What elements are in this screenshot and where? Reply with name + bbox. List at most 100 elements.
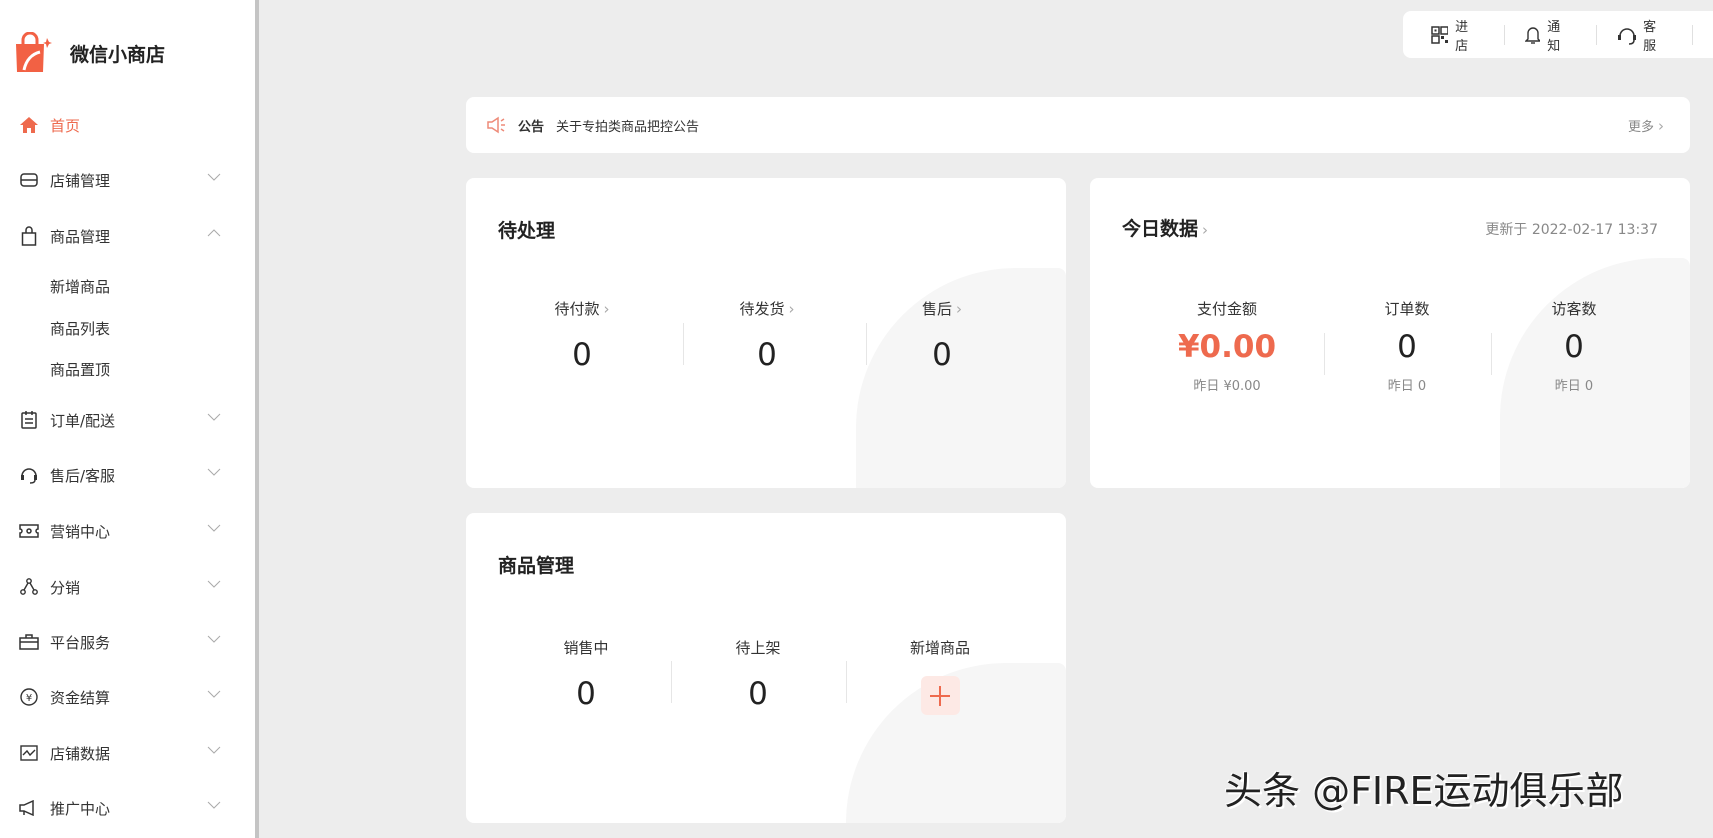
customer-service-button[interactable]: 客服 <box>1617 20 1693 54</box>
sidebar-item-orders[interactable]: 订单/配送 <box>0 400 255 440</box>
stat-label: 待上架 <box>735 639 781 657</box>
watermark: 头条 @FIRE运动俱乐部 <box>1224 769 1624 813</box>
chevron-right-icon: › <box>956 300 963 318</box>
sidebar-item-store[interactable]: 店铺管理 <box>0 160 255 200</box>
home-icon <box>18 114 40 136</box>
sidebar-item-distribution[interactable]: 分销 <box>0 567 255 607</box>
card-title: 待处理 <box>498 220 556 242</box>
stat-label: 销售中 <box>563 639 609 657</box>
notifications-label: 通知 <box>1547 19 1561 54</box>
chevron-down-icon <box>207 173 221 181</box>
stat-value: 0 <box>932 337 952 373</box>
stat-yesterday: 昨日 0 <box>1554 379 1594 394</box>
chevron-down-icon <box>207 524 221 532</box>
stat-value: 0 <box>1397 329 1417 365</box>
notifications-button[interactable]: 通知 <box>1525 20 1598 54</box>
sidebar-item-label: 店铺数据 <box>50 744 111 763</box>
announcement-tag: 公告 <box>518 119 545 135</box>
enter-store-label: 进店 <box>1455 19 1469 54</box>
stat-label: 新增商品 <box>909 639 971 657</box>
sidebar-item-label: 商品管理 <box>50 227 111 246</box>
pending-card: 待处理 待付款 › 0 待发货 › 0 售后 › 0 <box>466 178 1066 488</box>
sidebar-item-home[interactable]: 首页 <box>0 105 255 145</box>
divider <box>846 661 847 703</box>
more-link[interactable]: 更多 › <box>1628 116 1664 135</box>
sidebar-item-promotion[interactable]: 推广中心 <box>0 788 255 828</box>
chevron-down-icon <box>207 746 221 754</box>
stat-label: 访客数 <box>1551 300 1597 318</box>
chevron-right-icon: › <box>788 300 795 318</box>
chevron-right-icon: › <box>603 300 610 318</box>
sidebar-subitem-add-product[interactable]: 新增商品 <box>50 276 110 297</box>
sidebar-item-label: 分销 <box>50 578 81 597</box>
ticket-icon <box>18 520 40 542</box>
stat-visitors: 访客数 0 昨日 0 <box>1551 298 1596 394</box>
sidebar-item-platform-services[interactable]: 平台服务 <box>0 622 255 662</box>
share-icon <box>18 576 40 598</box>
app-name: 微信小商店 <box>70 43 166 66</box>
bag-icon <box>18 225 40 247</box>
sidebar-subitem-product-list[interactable]: 商品列表 <box>50 318 110 339</box>
announcement-link[interactable]: 关于专拍类商品把控公告 <box>556 116 699 135</box>
sidebar-item-label: 售后/客服 <box>50 466 116 485</box>
pending-item-unpaid[interactable]: 待付款 › 0 <box>554 298 609 373</box>
add-product: 新增商品 <box>910 637 970 715</box>
stat-value: ¥0.00 <box>1177 329 1277 365</box>
sidebar-item-label: 营销中心 <box>50 522 111 541</box>
stat-yesterday: 昨日 ¥0.00 <box>1193 379 1261 394</box>
clipboard-icon <box>18 409 40 431</box>
megaphone-icon <box>18 797 40 819</box>
sidebar-subitem-product-pin[interactable]: 商品置顶 <box>50 359 110 380</box>
divider <box>683 323 684 365</box>
sidebar-item-products[interactable]: 商品管理 <box>0 216 255 256</box>
today-data-link[interactable]: 今日数据 › <box>1122 214 1208 241</box>
logo[interactable]: 微信小商店 <box>14 32 165 74</box>
pending-item-to-ship[interactable]: 待发货 › 0 <box>739 298 794 373</box>
card-title: 今日数据 <box>1122 218 1199 240</box>
product-management-card: 商品管理 销售中 0 待上架 0 新增商品 <box>466 513 1066 823</box>
card-title: 商品管理 <box>498 555 575 577</box>
stat-label: 支付金额 <box>1196 300 1257 318</box>
stat-value: 0 <box>576 676 596 712</box>
chevron-down-icon <box>207 690 221 698</box>
chevron-down-icon <box>207 413 221 421</box>
stat-value: 0 <box>757 337 777 373</box>
sidebar-item-settlement[interactable]: ¥ 资金结算 <box>0 677 255 717</box>
updated-time: 更新于 2022-02-17 13:37 <box>1485 222 1658 238</box>
sidebar-item-label: 首页 <box>50 116 81 135</box>
divider <box>671 661 672 703</box>
stat-value: 0 <box>748 676 768 712</box>
sidebar-item-label: 推广中心 <box>50 799 111 818</box>
plus-icon <box>929 685 950 706</box>
chart-icon <box>18 742 40 764</box>
bell-icon <box>1525 27 1541 44</box>
chevron-down-icon <box>207 468 221 476</box>
stat-value: 0 <box>1564 329 1584 365</box>
stat-label: 售后 <box>921 300 953 318</box>
sidebar-item-marketing[interactable]: 营销中心 <box>0 511 255 551</box>
speaker-icon <box>487 116 505 134</box>
stat-yesterday: 昨日 0 <box>1387 379 1427 394</box>
chevron-down-icon <box>207 801 221 809</box>
chevron-right-icon: › <box>1658 116 1664 135</box>
chevron-down-icon <box>207 635 221 643</box>
shop-bag-logo-icon <box>16 32 52 72</box>
chevron-right-icon: › <box>1202 221 1209 239</box>
headset-icon <box>18 464 40 486</box>
divider <box>866 323 867 365</box>
today-data-card: 今日数据 › 更新于 2022-02-17 13:37 支付金额 ¥0.00 昨日 ¥… <box>1090 178 1690 488</box>
sidebar-item-store-data[interactable]: 店铺数据 <box>0 733 255 773</box>
divider <box>1324 333 1325 375</box>
add-product-button[interactable] <box>920 676 960 715</box>
products-pending-listing[interactable]: 待上架 0 <box>735 637 780 712</box>
sidebar-item-aftersales[interactable]: 售后/客服 <box>0 455 255 495</box>
sidebar-item-label: 店铺管理 <box>50 171 111 190</box>
stat-payment: 支付金额 ¥0.00 昨日 ¥0.00 <box>1178 298 1276 394</box>
enter-store-button[interactable]: 进店 <box>1431 20 1505 54</box>
sidebar-item-label: 平台服务 <box>50 633 111 652</box>
stat-label: 待发货 <box>739 300 785 318</box>
pending-item-aftersales[interactable]: 售后 › 0 <box>922 298 962 373</box>
briefcase-icon <box>18 631 40 653</box>
products-on-sale[interactable]: 销售中 0 <box>563 637 608 712</box>
stat-value: 0 <box>572 337 592 373</box>
